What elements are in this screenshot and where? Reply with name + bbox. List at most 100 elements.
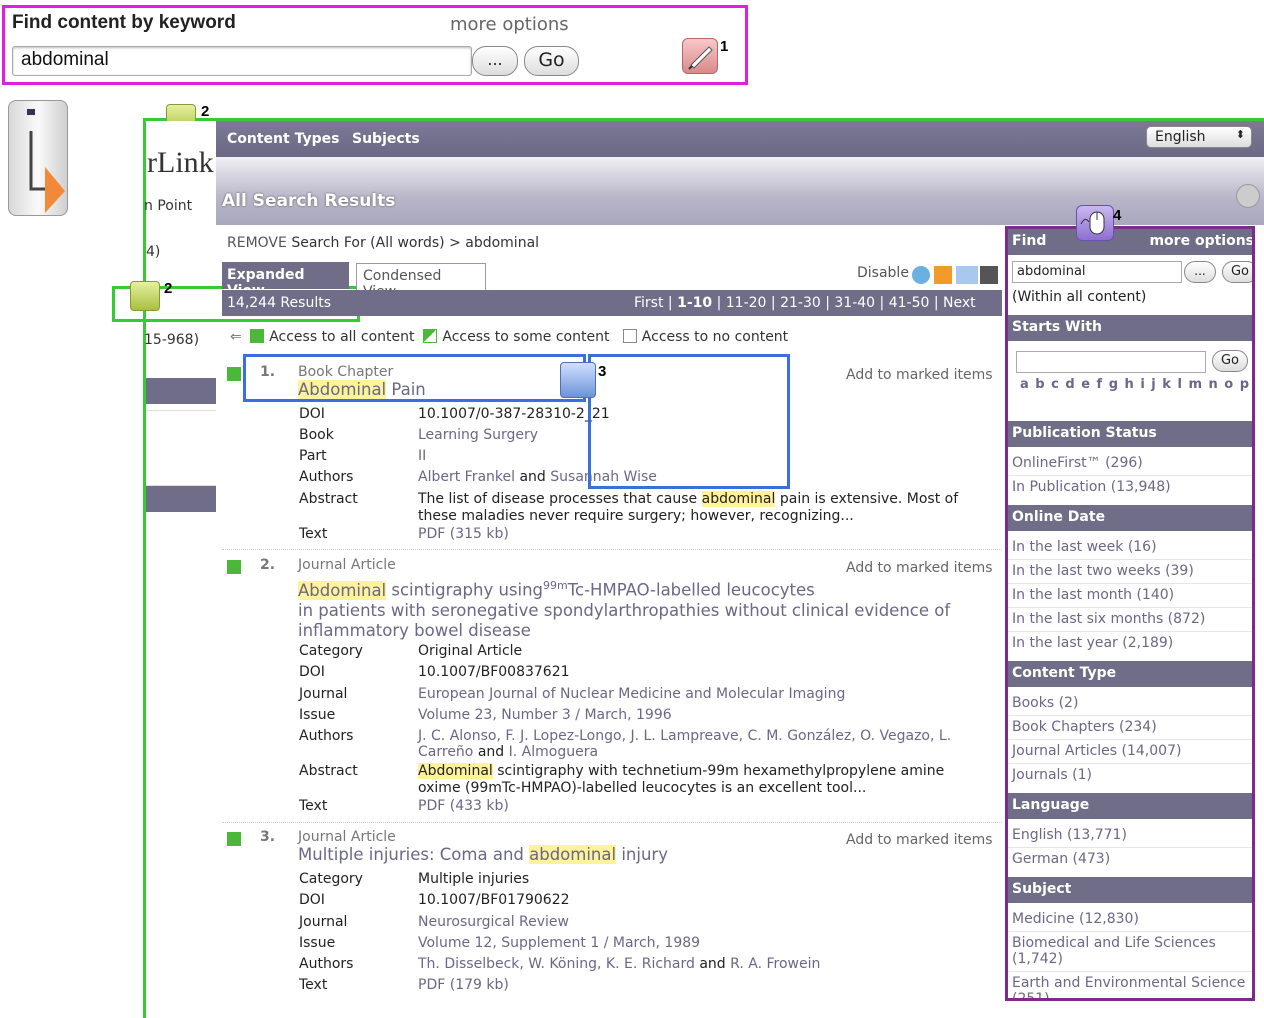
access-all-icon [250,329,265,343]
legend-some: Access to some content [442,329,610,345]
left-count-range: 15-968) [144,332,200,348]
filter-last-year[interactable]: In the last year (2,189) [1012,635,1173,651]
authors-list[interactable]: Th. Disselbeck, W. Köning, K. E. Richard… [418,956,820,972]
alphabet-links[interactable]: a b c d e f g h i j k l m n o p q [1020,377,1252,392]
mouse-pointer-icon[interactable] [1076,205,1114,241]
nav-content-types[interactable]: Content Types [227,131,339,147]
pdf-link[interactable]: PDF (179 kb) [418,977,509,993]
divider [1008,931,1252,932]
page-41-50[interactable]: 41-50 [889,295,930,311]
search-query-text: Search For (All words) > abdominal [291,235,540,251]
pagination: First | 1-10 | 11-20 | 21-30 | 31-40 | 4… [634,295,976,311]
authors-list[interactable]: J. C. Alonso, F. J. Lopez-Longo, J. L. L… [418,728,998,760]
access-legend: ⇐ Access to all content Access to some c… [230,329,788,345]
tab-expanded-view[interactable]: Expanded View [222,262,349,299]
category-value: Multiple injuries [418,871,530,887]
badge-4: 4 [1113,207,1122,224]
language-value: English [1155,129,1206,145]
result-title-link[interactable]: Multiple injuries: Coma and abdominal in… [298,845,668,865]
rss-icon[interactable] [934,266,952,284]
pdf-link[interactable]: PDF (433 kb) [418,798,509,814]
result-type: Journal Article [298,829,396,845]
filter-onlinefirst[interactable]: OnlineFirst™ (296) [1012,455,1143,471]
find-options-button[interactable]: ... [472,46,518,76]
starts-with-input[interactable] [1016,351,1206,373]
divider [1008,715,1252,716]
category-label: Category [299,643,363,659]
sidebar-find-input[interactable]: abdominal [1012,261,1182,283]
journal-link[interactable]: European Journal of Nuclear Medicine and… [418,686,845,702]
keyword-input[interactable]: abdominal [12,46,472,76]
page-next[interactable]: Next [943,295,976,311]
page-21-30[interactable]: 21-30 [780,295,821,311]
select-arrows-icon: ⬍ [1235,128,1245,141]
part-link[interactable]: II [418,448,426,464]
page-31-40[interactable]: 31-40 [834,295,875,311]
back-arrow-icon[interactable]: ⇐ [230,329,242,345]
abstract-text: The list of disease processes that cause… [418,491,959,524]
book-link[interactable]: Learning Surgery [418,427,538,443]
filter-books[interactable]: Books (2) [1012,695,1078,711]
sidebar-go-button[interactable]: Go [1222,261,1252,283]
filter-in-publication[interactable]: In Publication (13,948) [1012,479,1171,495]
issue-link[interactable]: Volume 23, Number 3 / March, 1996 [418,707,672,723]
filter-journals[interactable]: Journals (1) [1012,767,1092,783]
issue-link[interactable]: Volume 12, Supplement 1 / March, 1989 [418,935,700,951]
divider [1008,607,1252,608]
sidebar-more-options[interactable]: more options [1149,233,1252,249]
filter-last-month[interactable]: In the last month (140) [1012,587,1174,603]
filter-last-six-months[interactable]: In the last six months (872) [1012,611,1205,627]
remove-link[interactable]: REMOVE [227,235,287,251]
add-to-marked-items[interactable]: Add to marked items [846,560,993,576]
filter-earth-environmental[interactable]: Earth and Environmental Science (251) [1012,975,1245,998]
divider [1008,763,1252,764]
doi-value: 10.1007/BF01790622 [418,892,570,908]
filter-journal-articles[interactable]: Journal Articles (14,007) [1012,743,1181,759]
doi-value: 10.1007/BF00837621 [418,664,570,680]
filter-biomedical[interactable]: Biomedical and Life Sciences (1,742) [1012,935,1216,967]
issue-label: Issue [299,707,336,723]
pdf-link[interactable]: PDF (315 kb) [418,526,509,542]
save-icon[interactable] [980,266,998,284]
badge-1: 1 [720,38,729,55]
starts-with-go-button[interactable]: Go [1212,350,1248,372]
abstract-label: Abstract [299,763,358,779]
add-to-marked-items[interactable]: Add to marked items [846,832,993,848]
author-link[interactable]: Albert Frankel [418,469,515,485]
online-date-header: Online Date [1008,505,1252,531]
write-tool-icon[interactable] [682,38,718,74]
page-11-20[interactable]: 11-20 [726,295,767,311]
refresh-icon[interactable] [912,266,930,284]
sidebar-options-button[interactable]: ... [1184,261,1216,283]
print-icon[interactable] [1236,184,1260,208]
filter-english[interactable]: English (13,771) [1012,827,1127,843]
documents-icon[interactable] [560,362,596,398]
disable-highlight-link[interactable]: Disable [857,265,909,281]
journal-link[interactable]: Neurosurgical Review [418,914,569,930]
sidebar-find-header: Find more options [1008,229,1252,255]
filter-last-week[interactable]: In the last week (16) [1012,539,1157,555]
doi-label: DOI [299,406,325,422]
authors-label: Authors [299,728,354,744]
find-go-button[interactable]: Go [524,46,579,76]
add-to-marked-items[interactable]: Add to marked items [846,367,993,383]
category-value: Original Article [418,643,523,659]
page-1-10[interactable]: 1-10 [677,295,712,311]
journal-label: Journal [299,686,348,702]
result-title-link[interactable]: Abdominal scintigraphy using99mTc-HMPAO-… [298,576,978,641]
page-first[interactable]: First [634,295,663,311]
filter-book-chapters[interactable]: Book Chapters (234) [1012,719,1157,735]
nav-subjects[interactable]: Subjects [352,131,420,147]
email-icon[interactable] [956,266,978,284]
documents-icon[interactable] [130,281,160,311]
book-label: Book [299,427,334,443]
language-select[interactable]: English ⬍ [1146,126,1252,148]
authors-label: Authors [299,956,354,972]
filter-medicine[interactable]: Medicine (12,830) [1012,911,1139,927]
filter-last-two-weeks[interactable]: In the last two weeks (39) [1012,563,1194,579]
tab-condensed-view[interactable]: Condensed View [356,263,486,300]
app-launcher-icon[interactable] [8,100,68,216]
find-more-options-link[interactable]: more options [450,14,569,35]
divider [1008,559,1252,560]
filter-german[interactable]: German (473) [1012,851,1110,867]
